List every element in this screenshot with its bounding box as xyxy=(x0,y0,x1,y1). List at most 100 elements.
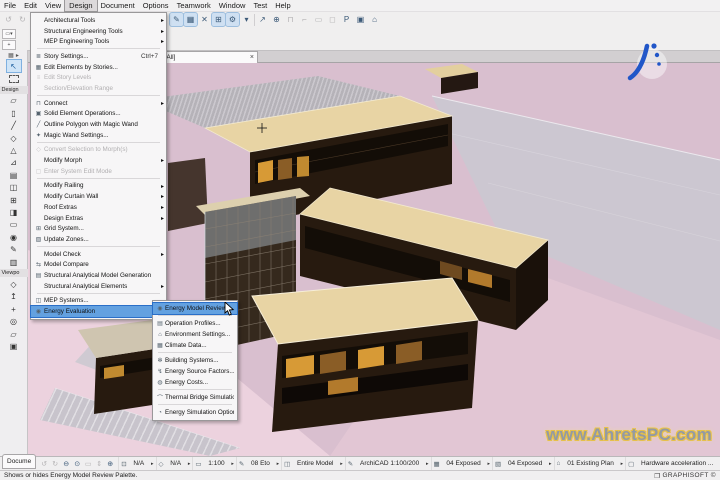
menu-item[interactable]: ✦ Magic Wand Settings... xyxy=(31,130,166,141)
menu-item[interactable]: Roof Extras xyxy=(31,202,166,213)
toolbar-icon[interactable]: ⚙ xyxy=(226,13,239,26)
quick-option[interactable]: ◇ N/A xyxy=(156,457,193,470)
menu-item[interactable]: ◫ MEP Systems... xyxy=(31,296,166,307)
menu-item[interactable]: MEP Engineering Tools xyxy=(31,36,166,47)
toolbar-icon[interactable]: ⊕ xyxy=(270,13,283,26)
tab-close-icon[interactable]: × xyxy=(250,55,254,61)
quick-option[interactable]: ✎ ArchiCAD 1:100/200 xyxy=(345,457,431,470)
toolbar-icon[interactable]: ↗ xyxy=(256,13,269,26)
toolbar-icon[interactable] xyxy=(254,14,255,26)
nav-icon[interactable]: ⊙ xyxy=(72,459,82,469)
design-tool[interactable]: ⊞ xyxy=(7,194,21,206)
menu-item[interactable]: ▧ Update Zones... xyxy=(31,234,166,245)
toolbar-icon[interactable]: ↺ xyxy=(2,13,15,26)
design-tool[interactable]: ╱ xyxy=(7,120,21,132)
menubar-item[interactable]: Test xyxy=(249,0,271,11)
menu-item[interactable]: ⊞ Grid System... xyxy=(31,223,166,234)
menu-item[interactable]: ▦ Edit Elements by Stories... xyxy=(31,62,166,73)
infobox-widget[interactable]: ▭▾ xyxy=(2,29,16,39)
toolbar-icon[interactable]: ▾ xyxy=(240,13,253,26)
submenu-item[interactable]: ◔ Energy Simulation Options... xyxy=(153,407,237,418)
menubar-item[interactable]: Window xyxy=(215,0,250,11)
viewpoint-tool[interactable]: + xyxy=(7,303,21,315)
submenu-item[interactable]: ◍ Energy Costs... xyxy=(153,377,237,388)
toolbox-header-icon[interactable]: ▸ xyxy=(16,52,19,59)
viewpoint-tool[interactable]: ◇ xyxy=(7,278,21,290)
nav-icon[interactable]: ▭ xyxy=(83,459,93,469)
toolbar-icon[interactable]: ↻ xyxy=(16,13,29,26)
menubar-item[interactable]: View xyxy=(41,0,65,11)
marquee-tool[interactable] xyxy=(7,72,21,84)
toolbar-icon[interactable]: ✎ xyxy=(170,13,183,26)
toolbar-icon[interactable]: ⊓ xyxy=(284,13,297,26)
design-tool[interactable]: ◨ xyxy=(7,206,21,218)
menu-item[interactable]: Model Check xyxy=(31,249,166,260)
arrow-tool[interactable]: ↖ xyxy=(7,60,21,72)
toolbar-icon[interactable]: ⊞ xyxy=(212,13,225,26)
menu-item[interactable]: ≣ Story Settings... Ctrl+7 xyxy=(31,51,166,62)
nav-icon[interactable]: ⊖ xyxy=(61,459,71,469)
design-tool[interactable]: ▯ xyxy=(7,107,21,119)
document-palette-tab[interactable]: Docume xyxy=(2,454,36,469)
design-tool[interactable]: ✎ xyxy=(7,243,21,255)
menu-item[interactable]: ╱ Outline Polygon with Magic Wand xyxy=(31,119,166,130)
quick-option[interactable]: ◫ Entire Model xyxy=(281,457,345,470)
menu-item[interactable]: ▣ Solid Element Operations... xyxy=(31,109,166,120)
design-tool[interactable]: ◫ xyxy=(7,182,21,194)
menubar-item[interactable]: Help xyxy=(271,0,294,11)
menu-item[interactable]: ≡ Edit Story Levels xyxy=(31,72,166,83)
submenu-item[interactable]: ✻ Building Systems... xyxy=(153,355,237,366)
menu-item[interactable]: Modify Curtain Wall xyxy=(31,191,166,202)
menu-item[interactable]: ◉ Energy Evaluation xyxy=(31,306,166,317)
quick-option[interactable]: ▦ 04 Exposed xyxy=(431,457,493,470)
toolbar-icon[interactable]: ▭ xyxy=(312,13,325,26)
menu-item[interactable]: ▤ Structural Analytical Model Generation… xyxy=(31,270,166,281)
nav-icon[interactable]: ↻ xyxy=(50,459,60,469)
design-tool[interactable]: ▥ xyxy=(7,256,21,268)
viewpoint-tool[interactable]: ▣ xyxy=(7,340,21,352)
quick-option[interactable]: ✎ 08 Eto xyxy=(236,457,281,470)
menubar-item[interactable]: Teamwork xyxy=(173,0,215,11)
nav-icon[interactable]: ⊕ xyxy=(105,459,115,469)
design-tool[interactable]: ◇ xyxy=(7,132,21,144)
nav-icon[interactable]: ↺ xyxy=(39,459,49,469)
viewpoint-tool[interactable]: ↥ xyxy=(7,291,21,303)
menu-item[interactable]: ⊓ Connect xyxy=(31,98,166,109)
design-tool[interactable]: ▭ xyxy=(7,219,21,231)
toolbar-icon[interactable]: ✕ xyxy=(198,13,211,26)
menu-item[interactable]: ⇆ Model Compare xyxy=(31,259,166,270)
toolbar-icon[interactable]: ▦ xyxy=(184,13,197,26)
toolbar-icon[interactable]: ⌐ xyxy=(298,13,311,26)
infobox-widget[interactable]: + xyxy=(2,40,16,50)
quick-option[interactable]: ▢ Hardware acceleration ... xyxy=(625,457,720,470)
quick-option[interactable]: ▧ 04 Exposed xyxy=(492,457,554,470)
quick-option[interactable]: ▭ 1:100 xyxy=(192,457,235,470)
viewpoint-tool[interactable]: ◎ xyxy=(7,315,21,327)
menu-item[interactable]: Section/Elevation Range xyxy=(31,83,166,94)
menu-item[interactable]: ▢ Enter System Edit Mode xyxy=(31,166,166,177)
submenu-item[interactable]: ↯ Energy Source Factors... xyxy=(153,366,237,377)
menubar-item[interactable]: Document xyxy=(97,0,139,11)
menubar-item[interactable]: Options xyxy=(139,0,173,11)
menubar-item[interactable]: Design xyxy=(65,0,96,11)
menu-item[interactable]: Design Extras xyxy=(31,213,166,224)
menu-item[interactable]: Architectural Tools xyxy=(31,15,166,26)
design-tool[interactable]: ▱ xyxy=(7,95,21,107)
menubar-item[interactable]: File xyxy=(0,0,20,11)
design-tool[interactable]: ⊿ xyxy=(7,157,21,169)
menu-item[interactable]: ◇ Convert Selection to Morph(s) xyxy=(31,145,166,156)
submenu-item[interactable]: ⌂ Environment Settings... xyxy=(153,329,237,340)
toolbar-icon[interactable]: ◻ xyxy=(326,13,339,26)
design-tool[interactable]: △ xyxy=(7,144,21,156)
menu-item[interactable]: Modify Morph xyxy=(31,155,166,166)
viewpoint-tool[interactable]: ▱ xyxy=(7,328,21,340)
menubar-item[interactable]: Edit xyxy=(20,0,41,11)
toolbar-icon[interactable]: P xyxy=(340,13,353,26)
design-tool[interactable]: ◉ xyxy=(7,231,21,243)
menu-item[interactable]: Modify Railing xyxy=(31,181,166,192)
toolbar-icon[interactable]: ▣ xyxy=(354,13,367,26)
menu-item[interactable]: Structural Analytical Elements xyxy=(31,281,166,292)
submenu-item[interactable]: ▦ Climate Data... xyxy=(153,340,237,351)
quick-option[interactable]: ⌂ 01 Existing Plan xyxy=(554,457,626,470)
submenu-item[interactable]: ⌒ Thermal Bridge Simulation... xyxy=(153,392,237,403)
